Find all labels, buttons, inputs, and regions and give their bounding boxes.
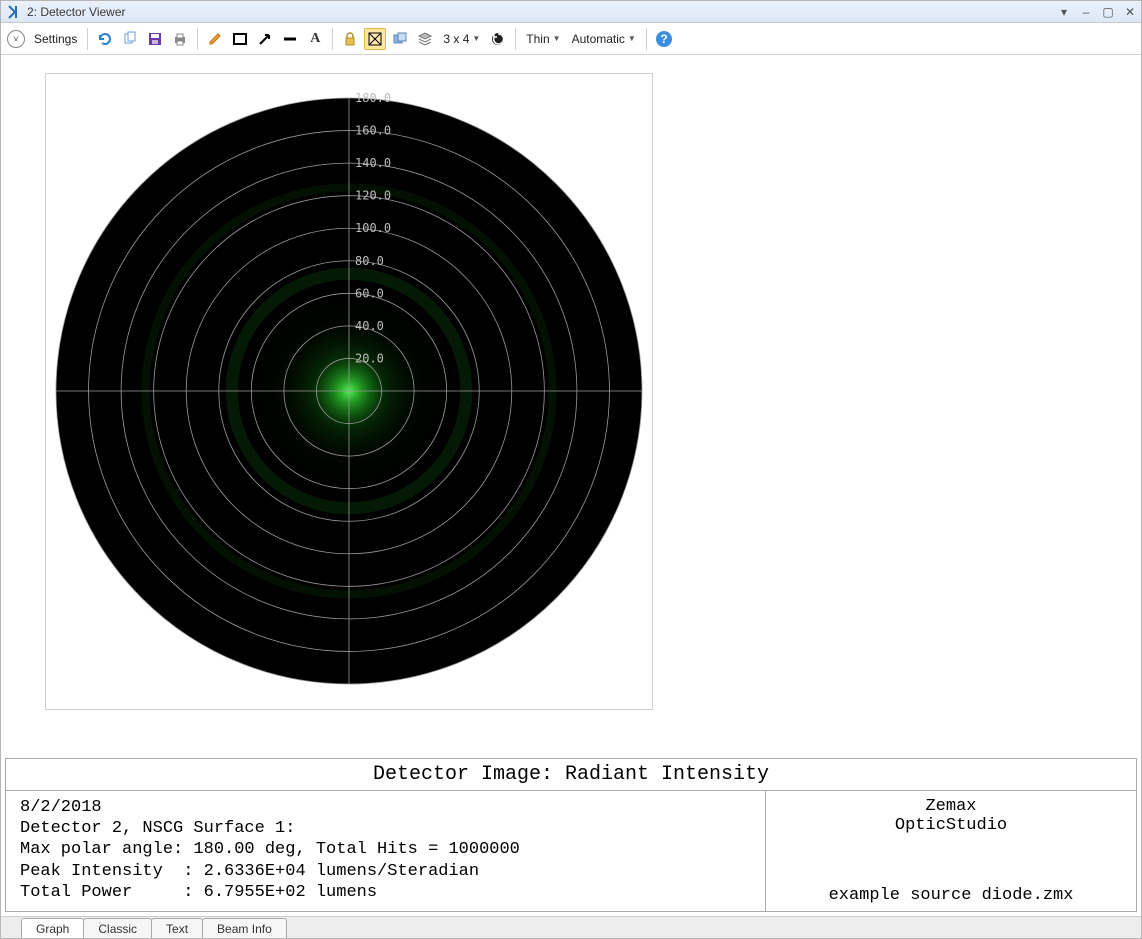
grid-label: 3 x 4: [443, 32, 469, 46]
detector-viewer-window: 2: Detector Viewer ▾ – ▢ ✕ ˅ Settings A …: [0, 0, 1142, 939]
maximize-button[interactable]: ▢: [1101, 5, 1115, 19]
automatic-dropdown[interactable]: Automatic ▼: [568, 32, 640, 46]
ring-label: 160.0: [355, 124, 391, 138]
chevron-down-icon: ▼: [553, 34, 561, 43]
brand-zemax: Zemax: [776, 797, 1126, 816]
grid-dropdown[interactable]: 3 x 4 ▼: [439, 32, 484, 46]
tab-graph[interactable]: Graph: [21, 918, 84, 938]
reload-icon[interactable]: [487, 28, 509, 50]
info-body: 8/2/2018 Detector 2, NSCG Surface 1: Max…: [6, 791, 1136, 911]
content-area: 20.0 40.0 60.0 80.0 100.0 120.0 140.0 160.0 180.…: [1, 55, 1141, 916]
ring-label: 100.0: [355, 221, 391, 235]
line-thickness-dropdown[interactable]: Thin ▼: [522, 32, 564, 46]
text-icon[interactable]: A: [304, 28, 326, 50]
save-icon[interactable]: [144, 28, 166, 50]
tab-classic[interactable]: Classic: [83, 918, 152, 938]
close-button[interactable]: ✕: [1123, 5, 1137, 19]
line-thickness-label: Thin: [526, 32, 549, 46]
lock-icon[interactable]: [339, 28, 361, 50]
info-peak: Peak Intensity : 2.6336E+04 lumens/Stera…: [20, 862, 479, 881]
info-max-polar: Max polar angle: 180.00 deg, Total Hits …: [20, 840, 520, 859]
chevron-down-icon: ▼: [628, 34, 636, 43]
automatic-label: Automatic: [572, 32, 625, 46]
help-icon[interactable]: ?: [653, 28, 675, 50]
polar-plot-frame: 20.0 40.0 60.0 80.0 100.0 120.0 140.0 160.0 180.…: [45, 73, 653, 710]
refresh-icon[interactable]: [94, 28, 116, 50]
svg-text:?: ?: [660, 32, 667, 46]
toolbar: ˅ Settings A 3 x 4 ▼ Thin ▼ Automatic ▼: [1, 23, 1141, 55]
window-menu-dropdown-icon[interactable]: ▾: [1057, 5, 1071, 19]
info-right: Zemax OpticStudio example source diode.z…: [766, 791, 1136, 911]
print-icon[interactable]: [169, 28, 191, 50]
tab-beam-info[interactable]: Beam Info: [202, 918, 287, 938]
ring-label: 140.0: [355, 156, 391, 170]
ring-label: 120.0: [355, 189, 391, 203]
ring-label: 20.0: [355, 351, 384, 365]
info-date: 8/2/2018: [20, 798, 102, 817]
info-panel: Detector Image: Radiant Intensity 8/2/20…: [5, 758, 1137, 912]
line-icon[interactable]: [279, 28, 301, 50]
copy-icon[interactable]: [119, 28, 141, 50]
app-icon: [5, 4, 21, 20]
info-power: Total Power : 6.7955E+02 lumens: [20, 883, 377, 902]
arrow-icon[interactable]: [254, 28, 276, 50]
brand-opticstudio: OpticStudio: [776, 816, 1126, 835]
settings-button[interactable]: Settings: [30, 32, 81, 46]
tabbar: Graph Classic Text Beam Info: [1, 916, 1141, 938]
ring-label: 60.0: [355, 286, 384, 300]
ring-label: 180.0: [355, 91, 391, 105]
ring-label: 80.0: [355, 254, 384, 268]
stack-icon[interactable]: [414, 28, 436, 50]
info-detector: Detector 2, NSCG Surface 1:: [20, 819, 295, 838]
info-title: Detector Image: Radiant Intensity: [6, 759, 1136, 791]
minimize-button[interactable]: –: [1079, 5, 1093, 19]
titlebar: 2: Detector Viewer ▾ – ▢ ✕: [1, 1, 1141, 23]
ring-label: 40.0: [355, 319, 384, 333]
expand-settings-icon[interactable]: ˅: [7, 30, 25, 48]
windows-icon[interactable]: [389, 28, 411, 50]
pencil-icon[interactable]: [204, 28, 226, 50]
chevron-down-icon: ▼: [472, 34, 480, 43]
info-filename: example source diode.zmx: [776, 886, 1126, 905]
polar-plot[interactable]: 20.0 40.0 60.0 80.0 100.0 120.0 140.0 160.0 180.…: [46, 74, 652, 709]
zoom-window-icon[interactable]: [364, 28, 386, 50]
tab-text[interactable]: Text: [151, 918, 203, 938]
window-title: 2: Detector Viewer: [27, 5, 126, 19]
rectangle-icon[interactable]: [229, 28, 251, 50]
info-left: 8/2/2018 Detector 2, NSCG Surface 1: Max…: [6, 791, 766, 911]
